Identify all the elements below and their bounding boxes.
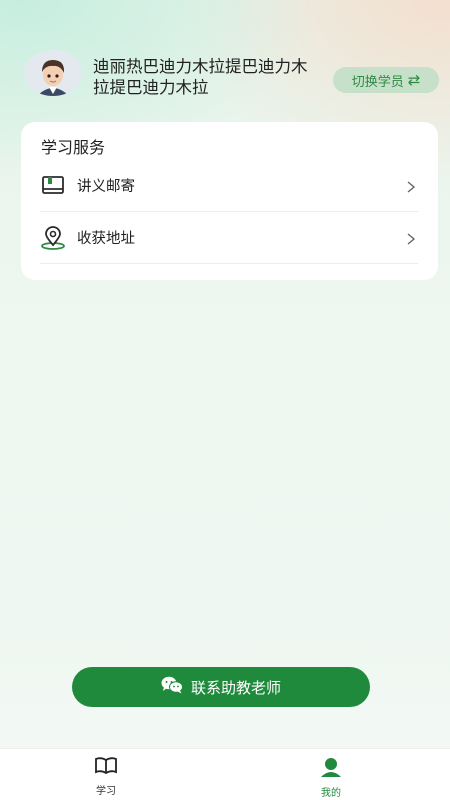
profile-header: 迪丽热巴迪力木拉提巴迪力木拉提巴迪力木拉 切换学员 ⇄ xyxy=(24,50,440,102)
tab-label: 我的 xyxy=(321,788,341,799)
list-item-label: 收获地址 xyxy=(77,231,135,247)
contact-teaching-assistant-button[interactable]: 联系助教老师 xyxy=(72,667,370,707)
person-icon xyxy=(320,757,342,781)
chevron-right-icon xyxy=(404,179,418,193)
student-name: 迪丽热巴迪力木拉提巴迪力木拉提巴迪力木拉 xyxy=(93,57,308,97)
list-item-shipping-address[interactable]: 收获地址 xyxy=(40,212,418,264)
swap-arrows-icon: ⇄ xyxy=(407,70,421,89)
wechat-icon xyxy=(161,676,183,698)
avatar-image xyxy=(24,50,82,96)
list-item-handout-mailing[interactable]: 讲义邮寄 xyxy=(40,160,418,212)
tab-label: 学习 xyxy=(96,786,116,797)
page-background: 迪丽热巴迪力木拉提巴迪力木拉提巴迪力木拉 切换学员 ⇄ 学习服务 讲义邮寄 收获… xyxy=(0,0,450,748)
list-item-label: 讲义邮寄 xyxy=(77,179,135,195)
chevron-right-icon xyxy=(404,231,418,245)
study-services-card: 学习服务 讲义邮寄 收获地址 xyxy=(21,122,438,280)
open-book-icon xyxy=(95,757,117,779)
location-pin-icon xyxy=(40,225,66,251)
card-title: 学习服务 xyxy=(41,138,106,157)
avatar[interactable] xyxy=(24,50,82,96)
book-icon xyxy=(40,173,66,199)
tab-study[interactable]: 学习 xyxy=(76,757,136,797)
bottom-tab-bar: 学习 我的 xyxy=(0,748,450,800)
switch-student-button[interactable]: 切换学员 ⇄ xyxy=(333,67,439,93)
contact-button-label: 联系助教老师 xyxy=(190,678,281,697)
tab-mine[interactable]: 我的 xyxy=(301,757,361,799)
switch-student-label: 切换学员 xyxy=(351,74,404,90)
